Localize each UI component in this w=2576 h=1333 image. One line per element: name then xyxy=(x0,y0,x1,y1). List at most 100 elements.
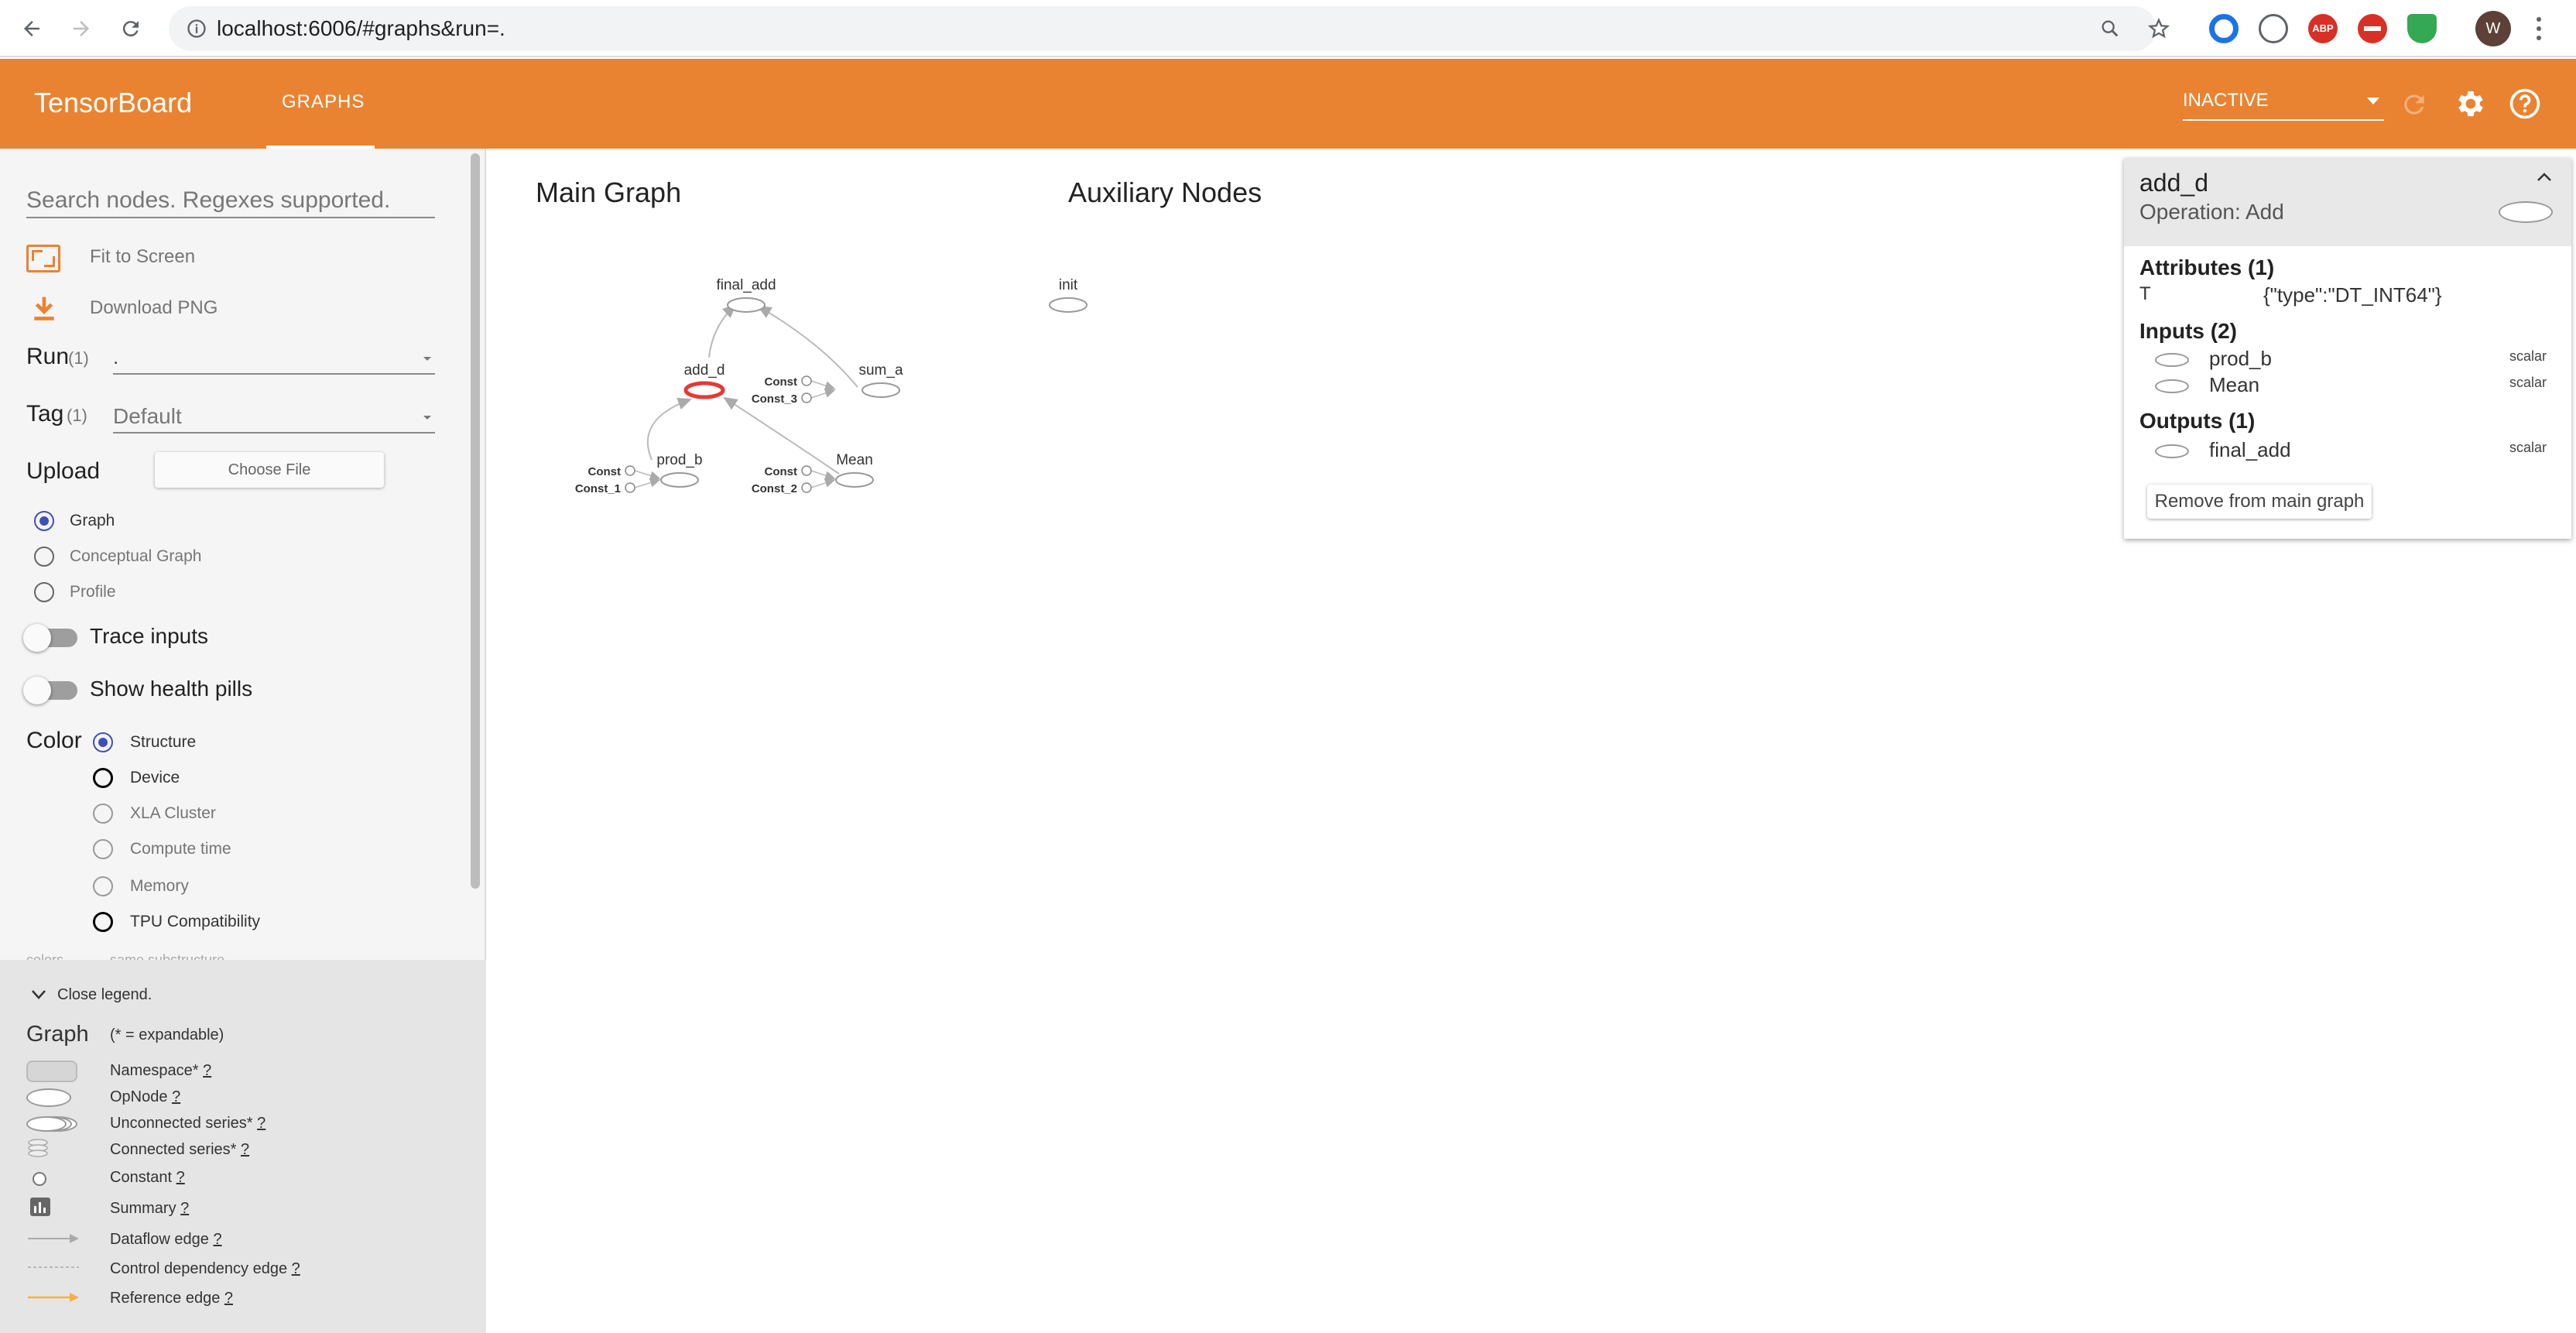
run-label: Run xyxy=(26,344,70,369)
radio-conceptual-graph[interactable] xyxy=(34,547,54,567)
search-input[interactable]: Search nodes. Regexes supported. xyxy=(26,184,435,218)
choose-file-button[interactable]: Choose File xyxy=(155,452,384,488)
health-pills-toggle[interactable] xyxy=(23,677,77,704)
node-const_3[interactable] xyxy=(801,392,812,403)
namespace-help-link[interactable]: ? xyxy=(203,1062,211,1079)
radio-conceptual-graph-label[interactable]: Conceptual Graph xyxy=(70,547,201,566)
color-device-radio[interactable] xyxy=(93,768,113,788)
trace-inputs-toggle[interactable] xyxy=(23,624,77,652)
color-memory-label[interactable]: Memory xyxy=(130,877,189,896)
legend-opnode: OpNode ? xyxy=(110,1088,181,1105)
radio-graph-label[interactable]: Graph xyxy=(70,512,115,530)
color-compute-label[interactable]: Compute time xyxy=(130,840,231,858)
download-icon[interactable] xyxy=(29,293,59,324)
node-mean-label: Mean xyxy=(836,452,873,468)
address-bar[interactable]: localhost:6006/#graphs&run=. xyxy=(169,6,2170,51)
input-mean[interactable]: Mean xyxy=(2209,373,2259,397)
edge-const_3-sum_a xyxy=(810,389,836,399)
node-const_2[interactable] xyxy=(801,482,812,493)
kebab-menu-icon[interactable] xyxy=(2536,17,2542,42)
color-tpu-label[interactable]: TPU Compatibility xyxy=(130,913,260,931)
node-const_1-label: Const_1 xyxy=(575,482,621,495)
reference-help-link[interactable]: ? xyxy=(224,1290,233,1307)
run-select[interactable]: . xyxy=(113,342,435,375)
input-mean-type: scalar xyxy=(2509,375,2547,390)
color-device-label[interactable]: Device xyxy=(130,769,180,787)
node-const_2-label: Const_2 xyxy=(752,482,797,495)
zoom-icon[interactable] xyxy=(2099,18,2121,39)
remove-from-main-graph-button[interactable]: Remove from main graph xyxy=(2147,485,2372,519)
adblock-icon[interactable]: ABP xyxy=(2308,14,2338,43)
node-shape-icon xyxy=(2499,201,2553,223)
inputs-header: Inputs (2) xyxy=(2139,319,2237,343)
tab-graphs[interactable]: GRAPHS xyxy=(266,59,375,149)
radio-profile[interactable] xyxy=(34,582,54,602)
legend-graph-label: Graph xyxy=(26,1022,89,1047)
color-xla-radio[interactable] xyxy=(93,804,113,824)
status-select-value: INACTIVE xyxy=(2183,90,2269,111)
edge-add_d-final_add xyxy=(708,303,737,358)
legend-reference-edge: Reference edge ? xyxy=(110,1290,234,1307)
input-prod_b[interactable]: prod_b xyxy=(2209,347,2272,371)
node-final_add[interactable] xyxy=(727,297,766,313)
node-add_d-selected[interactable] xyxy=(683,381,725,399)
close-legend-link[interactable]: Close legend. xyxy=(57,986,152,1004)
avatar[interactable]: W xyxy=(2475,11,2511,46)
color-tpu-radio[interactable] xyxy=(93,912,113,932)
summary-help-link[interactable]: ? xyxy=(180,1200,189,1217)
color-structure-radio[interactable] xyxy=(93,732,113,752)
chevron-up-icon[interactable] xyxy=(2536,172,2553,183)
color-structure-label[interactable]: Structure xyxy=(130,733,196,752)
output-final_add[interactable]: final_add xyxy=(2209,438,2291,462)
refresh-icon[interactable] xyxy=(2400,90,2429,119)
help-icon[interactable] xyxy=(2508,87,2542,121)
dataflow-help-link[interactable]: ? xyxy=(213,1231,221,1248)
tag-select[interactable]: Default xyxy=(113,399,435,433)
legend-namespace: Namespace* ? xyxy=(110,1062,212,1079)
bookmark-star-icon[interactable] xyxy=(2147,17,2170,40)
edge-mean-add_d xyxy=(723,396,840,475)
node-const-mean[interactable] xyxy=(801,465,812,476)
node-init[interactable] xyxy=(1049,297,1088,313)
block-extension-icon[interactable] xyxy=(2358,14,2387,43)
node-sum_a-label: sum_a xyxy=(858,362,903,379)
info-icon[interactable] xyxy=(186,18,207,39)
node-const_1[interactable] xyxy=(625,482,635,493)
color-xla-label[interactable]: XLA Cluster xyxy=(130,804,216,823)
extension-cookie-icon[interactable] xyxy=(2259,14,2288,43)
gear-icon[interactable] xyxy=(2454,87,2488,121)
run-count: (1) xyxy=(68,348,89,368)
tab-graphs-label: GRAPHS xyxy=(282,91,365,112)
radio-graph[interactable] xyxy=(34,511,54,531)
radio-profile-label[interactable]: Profile xyxy=(70,583,116,601)
extension-circle-icon[interactable] xyxy=(2209,14,2239,43)
forward-icon[interactable] xyxy=(63,11,99,46)
node-const-prod[interactable] xyxy=(625,465,635,476)
shield-extension-icon[interactable] xyxy=(2407,14,2437,43)
node-const-sum[interactable] xyxy=(801,375,812,386)
connected-help-link[interactable]: ? xyxy=(241,1141,249,1158)
node-info-card: add_d Operation: Add Attributes (1) T {"… xyxy=(2124,158,2571,539)
fit-to-screen-icon[interactable] xyxy=(26,245,60,272)
node-prod_b[interactable] xyxy=(660,472,699,488)
control-help-link[interactable]: ? xyxy=(292,1260,300,1277)
constant-help-link[interactable]: ? xyxy=(176,1169,185,1186)
chevron-down-icon xyxy=(423,416,431,420)
fit-to-screen-label[interactable]: Fit to Screen xyxy=(90,246,195,268)
node-sum_a[interactable] xyxy=(862,382,900,398)
sidebar-scrollbar[interactable] xyxy=(468,149,483,892)
reload-icon[interactable] xyxy=(113,11,149,46)
back-icon[interactable] xyxy=(14,11,50,46)
attr-key: T xyxy=(2139,283,2151,304)
status-select[interactable]: INACTIVE xyxy=(2183,88,2384,121)
color-compute-radio[interactable] xyxy=(93,839,113,859)
upload-label: Upload xyxy=(26,458,101,484)
download-png-label[interactable]: Download PNG xyxy=(90,297,218,319)
opnode-help-link[interactable]: ? xyxy=(172,1088,180,1105)
url-text: localhost:6006/#graphs&run=. xyxy=(217,16,505,40)
dataflow-edge-legend-icon xyxy=(28,1234,79,1243)
tag-count: (1) xyxy=(67,406,87,425)
unconnected-help-link[interactable]: ? xyxy=(257,1115,265,1132)
color-memory-radio[interactable] xyxy=(93,876,113,896)
node-mean[interactable] xyxy=(835,472,874,488)
